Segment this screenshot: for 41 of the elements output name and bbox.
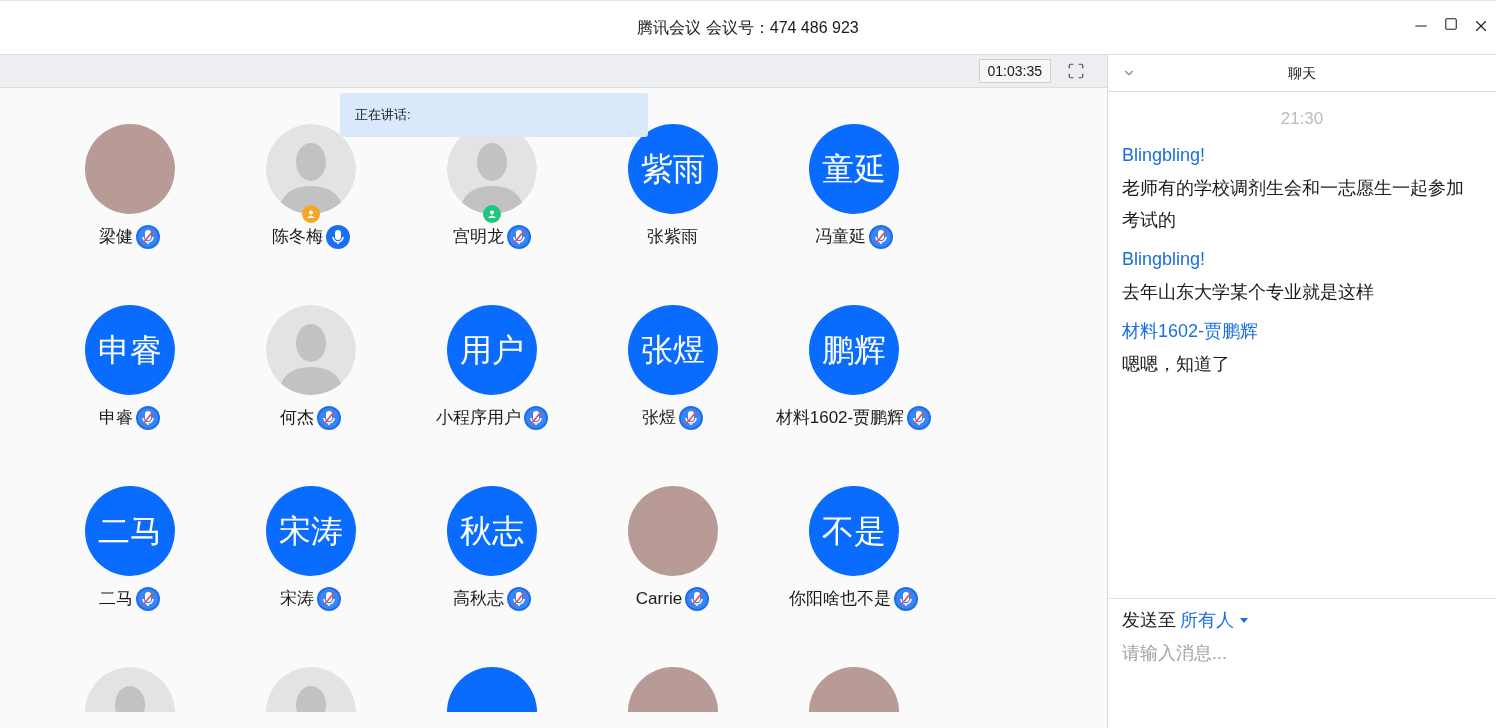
participant-name: 张煜 bbox=[642, 407, 676, 430]
participant-name: 陈冬梅 bbox=[271, 226, 323, 249]
message-text: 老师有的学校调剂生会和一志愿生一起参加考试的 bbox=[1122, 176, 1465, 232]
message-sender: 材料1602-贾鹏辉 bbox=[1122, 319, 1260, 343]
initials-avatar: 紫雨 bbox=[627, 124, 718, 214]
message-input[interactable]: 请输入消息... bbox=[1122, 640, 1482, 667]
dropdown-caret-icon[interactable] bbox=[1240, 618, 1248, 623]
participant-name: 你阳啥也不是 bbox=[789, 588, 891, 611]
maximize-icon[interactable] bbox=[1444, 17, 1458, 31]
initials-avatar: 用户 bbox=[446, 305, 537, 395]
message-sender: Blingbling! bbox=[1122, 143, 1207, 167]
initials-avatar: 二马 bbox=[84, 486, 175, 576]
message-text: 嗯嗯，知道了 bbox=[1122, 352, 1231, 376]
participant-name: Carrie bbox=[635, 588, 683, 611]
meeting-timer: 01:03:35 bbox=[978, 59, 1051, 83]
speaking-tooltip: 正在讲话: bbox=[340, 93, 648, 137]
initials-avatar: 申睿 bbox=[84, 305, 175, 395]
participant-name: 申睿 bbox=[99, 407, 133, 430]
chat-time: 21:30 bbox=[1280, 108, 1324, 130]
participant-name: 材料1602-贾鹏辉 bbox=[775, 407, 905, 430]
participant-name: 何杰 bbox=[280, 407, 314, 430]
participant-name: 冯童延 bbox=[814, 226, 866, 249]
recipient-dropdown[interactable]: 所有人 bbox=[1180, 607, 1248, 634]
participant-name: 高秋志 bbox=[452, 588, 504, 611]
participant-name: 小程序用户 bbox=[435, 407, 521, 430]
message-text: 去年山东大学某个专业就是这样 bbox=[1122, 280, 1375, 304]
participant-name: 二马 bbox=[99, 588, 133, 611]
initials-avatar: 童延 bbox=[808, 124, 899, 214]
initials-avatar: 鹏辉 bbox=[808, 305, 899, 395]
initials-avatar: 不是 bbox=[808, 486, 899, 576]
initials-avatar: 秋志 bbox=[446, 486, 537, 576]
send-to-label: 发送至 bbox=[1122, 609, 1176, 632]
participant-name: 宋涛 bbox=[280, 588, 314, 611]
window-title: 腾讯会议 会议号：474 486 923 bbox=[637, 17, 859, 38]
participant-name: 宫明龙 bbox=[452, 226, 504, 249]
initials-avatar: 宋涛 bbox=[265, 486, 356, 576]
chat-title: 聊天 bbox=[1288, 63, 1316, 83]
initials-avatar: 张煜 bbox=[627, 305, 718, 395]
message-sender: Blingbling! bbox=[1122, 247, 1207, 271]
participant-name: 梁健 bbox=[99, 226, 133, 249]
participant-name: 张紫雨 bbox=[647, 226, 698, 249]
